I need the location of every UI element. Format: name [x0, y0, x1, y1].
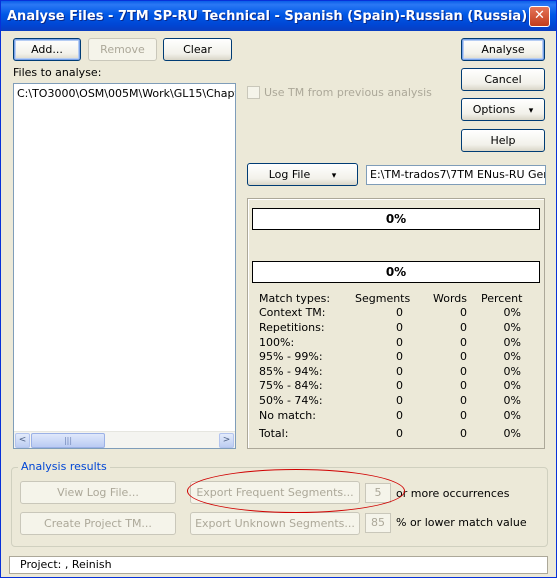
stats-row-segments: 0 [396, 394, 403, 407]
red-highlight-ellipse [187, 469, 405, 513]
stats-row-percent: 0% [503, 336, 521, 349]
stats-row: Context TM: 0 0 0% [259, 306, 549, 320]
stats-row-segments: 0 [396, 409, 403, 422]
stats-row-segments: 0 [396, 365, 403, 378]
title-bar: Analyse Files - 7TM SP-RU Technical - Sp… [1, 1, 556, 31]
log-file-path-field[interactable]: E:\TM-trados7\7TM ENus-RU Gene [366, 165, 546, 185]
log-file-label: Log File [268, 168, 311, 181]
analyse-files-dialog: Analyse Files - 7TM SP-RU Technical - Sp… [0, 0, 557, 578]
stats-row-name: 85% - 94%: [259, 365, 323, 378]
chevron-down-icon: ▾ [331, 171, 337, 181]
horizontal-scrollbar[interactable]: < ||| > [14, 431, 235, 448]
stats-row-name: 50% - 74%: [259, 394, 323, 407]
status-bar: Project: , Reinish [9, 556, 548, 574]
files-list[interactable]: C:\TO3000\OSM\005M\Work\GL15\Chapter < |… [13, 83, 236, 449]
stats-total-segments: 0 [396, 427, 403, 440]
occurrences-label: or more occurrences [396, 487, 510, 500]
stats-row-words: 0 [460, 321, 467, 334]
stats-row-segments: 0 [396, 336, 403, 349]
list-item[interactable]: C:\TO3000\OSM\005M\Work\GL15\Chapter [17, 87, 235, 100]
remove-button[interactable]: Remove [88, 38, 157, 61]
export-unknown-segments-button[interactable]: Export Unknown Segments... [190, 512, 360, 535]
stats-row: 75% - 84%: 0 0 0% [259, 379, 549, 393]
help-button[interactable]: Help [461, 129, 545, 152]
stats-row-percent: 0% [503, 409, 521, 422]
stats-header: Match types: Segments Words Percent [259, 292, 549, 306]
stats-row-words: 0 [460, 394, 467, 407]
stats-row-name: No match: [259, 409, 316, 422]
create-project-tm-button[interactable]: Create Project TM... [20, 512, 176, 535]
stats-row-words: 0 [460, 306, 467, 319]
stats-row-percent: 0% [503, 379, 521, 392]
stats-total-words: 0 [460, 427, 467, 440]
analyse-button[interactable]: Analyse [461, 38, 545, 61]
stats-row-percent: 0% [503, 321, 521, 334]
match-value-field[interactable]: 85 [365, 513, 391, 533]
use-tm-checkbox[interactable] [247, 86, 260, 99]
stats-row: 100%: 0 0 0% [259, 336, 549, 350]
stats-row-name: Context TM: [259, 306, 326, 319]
scroll-left-icon[interactable]: < [15, 433, 30, 448]
use-tm-label: Use TM from previous analysis [264, 86, 432, 99]
stats-row-name: 100%: [259, 336, 295, 349]
stats-row-percent: 0% [503, 365, 521, 378]
words-header: Words [432, 292, 467, 305]
progress-bar-2: 0% [252, 261, 540, 283]
window-title: Analyse Files - 7TM SP-RU Technical - Sp… [7, 8, 528, 24]
stats-total-row: Total: 0 0 0% [259, 427, 549, 441]
stats-row-segments: 0 [396, 306, 403, 319]
stats-row: Repetitions: 0 0 0% [259, 321, 549, 335]
stats-row-percent: 0% [503, 306, 521, 319]
cancel-button[interactable]: Cancel [461, 68, 545, 91]
percent-header: Percent [481, 292, 523, 305]
stats-total-percent: 0% [503, 427, 521, 440]
stats-row-segments: 0 [396, 321, 403, 334]
stats-row-words: 0 [460, 365, 467, 378]
stats-row-percent: 0% [503, 394, 521, 407]
view-log-file-button[interactable]: View Log File... [20, 481, 176, 504]
options-label: Options [472, 103, 516, 116]
add-button[interactable]: Add... [13, 38, 81, 61]
stats-row-words: 0 [460, 409, 467, 422]
stats-total-name: Total: [259, 427, 289, 440]
stats-row-percent: 0% [503, 350, 521, 363]
analysis-results-title: Analysis results [18, 460, 110, 473]
stats-row-segments: 0 [396, 350, 403, 363]
stats-row-name: Repetitions: [259, 321, 325, 334]
stats-row: No match: 0 0 0% [259, 409, 549, 423]
stats-row-name: 75% - 84%: [259, 379, 323, 392]
stats-row-words: 0 [460, 336, 467, 349]
progress-bar-1: 0% [252, 208, 540, 230]
chevron-down-icon: ▾ [528, 106, 534, 116]
scroll-thumb[interactable]: ||| [31, 433, 105, 448]
match-types-header: Match types: [259, 292, 331, 305]
close-icon[interactable]: ✕ [529, 6, 550, 27]
stats-row-words: 0 [460, 350, 467, 363]
stats-row: 95% - 99%: 0 0 0% [259, 350, 549, 364]
stats-row: 50% - 74%: 0 0 0% [259, 394, 549, 408]
segments-header: Segments [355, 292, 411, 305]
log-file-button[interactable]: Log File ▾ [247, 163, 358, 186]
stats-row: 85% - 94%: 0 0 0% [259, 365, 549, 379]
stats-row-name: 95% - 99%: [259, 350, 323, 363]
options-button[interactable]: Options ▾ [461, 98, 545, 121]
match-value-label: % or lower match value [396, 516, 527, 529]
stats-row-segments: 0 [396, 379, 403, 392]
scroll-right-icon[interactable]: > [219, 433, 234, 448]
stats-row-words: 0 [460, 379, 467, 392]
files-to-analyse-label: Files to analyse: [13, 66, 102, 79]
clear-button[interactable]: Clear [163, 38, 232, 61]
